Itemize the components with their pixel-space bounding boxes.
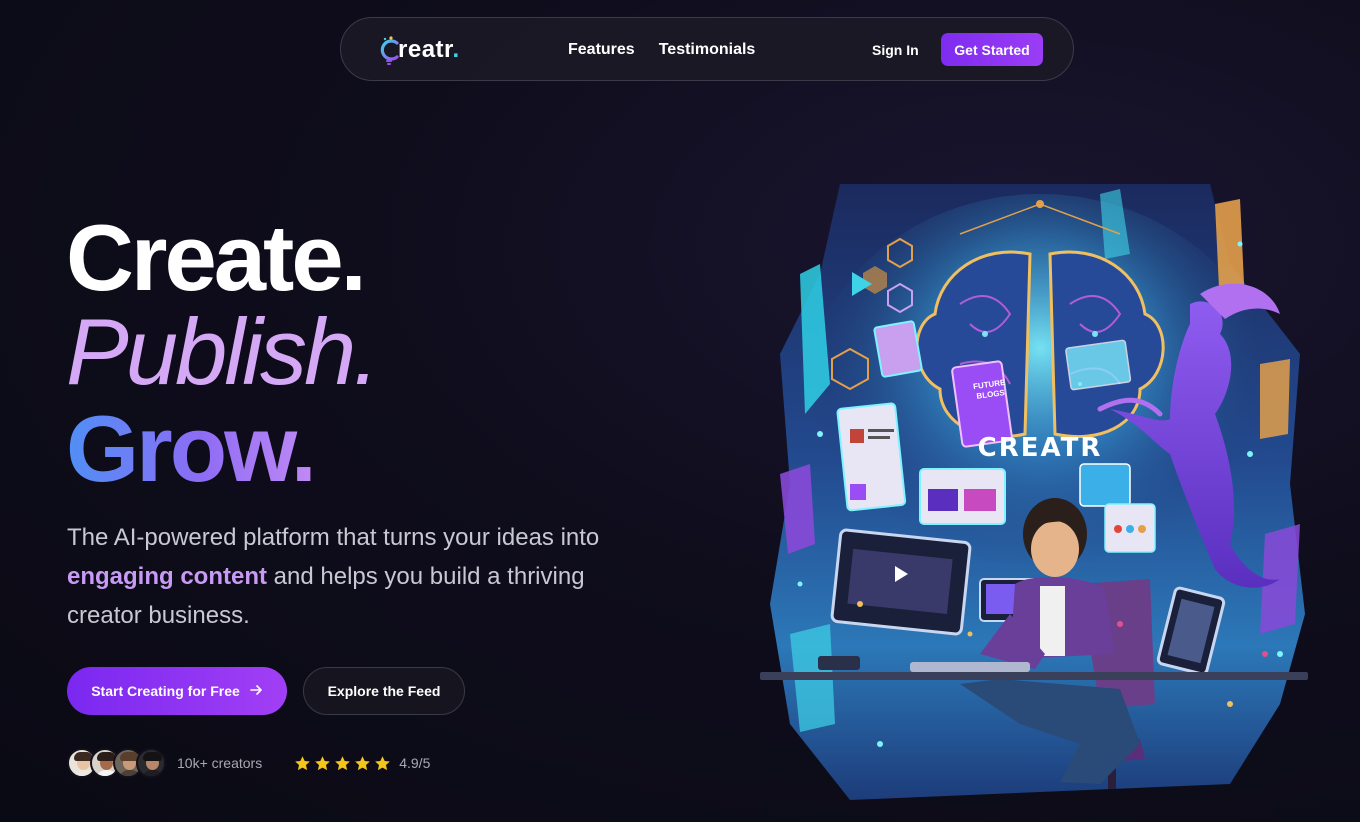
creators-count: 10k+ creators bbox=[177, 755, 263, 771]
hero-headline-create: Create. bbox=[66, 205, 367, 310]
hero-headline-publish: Publish. bbox=[66, 299, 379, 404]
hero-subtitle: The AI-powered platform that turns your … bbox=[67, 524, 600, 629]
hero-illustration: CREATR FUTURE BLOGS bbox=[760, 184, 1310, 800]
avatar bbox=[136, 748, 166, 778]
creator-avatars bbox=[67, 748, 166, 778]
star-icon bbox=[335, 755, 351, 770]
illustration-brand-text: CREATR bbox=[978, 433, 1103, 463]
social-proof: 10k+ creators 4.9/5 bbox=[67, 747, 430, 779]
arrow-right-icon bbox=[249, 683, 263, 699]
nav-links: Features Testimonials bbox=[568, 41, 755, 59]
start-creating-button[interactable]: Start Creating for Free bbox=[67, 667, 287, 715]
star-icon bbox=[355, 755, 371, 770]
hero-headline-grow: Grow. bbox=[66, 396, 317, 501]
subtitle-highlight: engaging content bbox=[67, 563, 267, 590]
nav-link-features[interactable]: Features bbox=[568, 41, 635, 59]
creatr-logo[interactable]: reatr. bbox=[379, 35, 460, 65]
logo-text: reatr. bbox=[398, 36, 460, 63]
star-icon bbox=[375, 755, 391, 770]
start-creating-label: Start Creating for Free bbox=[91, 683, 240, 699]
star-icon bbox=[295, 755, 311, 770]
top-navbar: reatr. Features Testimonials Sign In Get… bbox=[340, 17, 1074, 81]
lightbulb-c-logo-icon bbox=[379, 35, 401, 65]
rating-stars bbox=[294, 755, 391, 772]
sign-in-link[interactable]: Sign In bbox=[872, 42, 919, 58]
star-icon bbox=[315, 755, 331, 770]
explore-feed-button[interactable]: Explore the Feed bbox=[303, 667, 465, 715]
rating-value: 4.9/5 bbox=[399, 755, 431, 771]
get-started-button[interactable]: Get Started bbox=[941, 33, 1043, 66]
nav-link-testimonials[interactable]: Testimonials bbox=[659, 41, 756, 59]
